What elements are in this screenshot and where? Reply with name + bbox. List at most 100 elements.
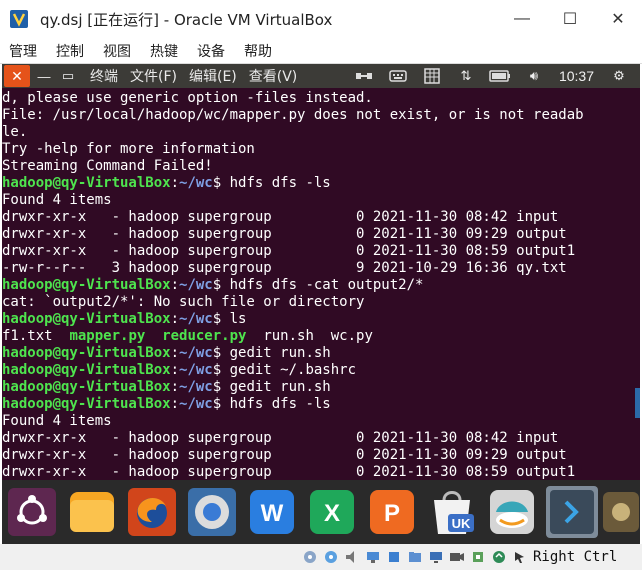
terminal-command-line: hadoop@qy-VirtualBox:~/wc$ gedit run.sh bbox=[2, 345, 331, 361]
terminal-output-line: Found 4 items bbox=[2, 413, 112, 429]
file-entry: run.sh bbox=[263, 328, 314, 344]
dock-ubuntu-dash[interactable] bbox=[2, 482, 62, 542]
menu-devices[interactable]: 设备 bbox=[197, 41, 225, 61]
window-title: qy.dsj [正在运行] - Oracle VM VirtualBox bbox=[40, 10, 333, 29]
prompt-user: hadoop@qy-VirtualBox bbox=[2, 311, 171, 327]
power-gear-icon[interactable]: ⚙ bbox=[602, 64, 636, 88]
firefox-icon bbox=[128, 488, 176, 536]
terminal-output-line: drwxr-xr-x - hadoop supergroup 0 2021-11… bbox=[2, 464, 576, 480]
menu-file[interactable]: 文件(F) bbox=[130, 66, 177, 86]
close-button[interactable]: ✕ bbox=[594, 0, 642, 38]
dock-wps-spreadsheets[interactable]: X bbox=[302, 482, 362, 542]
terminal-output-line: Try -help for more information bbox=[2, 141, 255, 157]
menu-view[interactable]: 视图 bbox=[103, 41, 131, 61]
minimize-button[interactable]: — bbox=[498, 0, 546, 38]
cpu-icon[interactable] bbox=[468, 548, 487, 567]
terminal-close-icon[interactable]: ✕ bbox=[4, 65, 30, 87]
dock-amazon[interactable] bbox=[482, 482, 542, 542]
command-text: gedit run.sh bbox=[229, 345, 331, 361]
file-entry: mapper.py bbox=[69, 328, 146, 344]
terminal-icon bbox=[546, 486, 598, 538]
terminal-restore-icon[interactable]: ▭ bbox=[58, 66, 78, 86]
terminal-scroll-thumb[interactable] bbox=[635, 388, 640, 418]
usb-icon[interactable] bbox=[384, 548, 403, 567]
terminal-output-line: drwxr-xr-x - hadoop supergroup 0 2021-11… bbox=[2, 209, 559, 225]
file-entry: f1.txt bbox=[2, 328, 53, 344]
terminal-scrollbar[interactable] bbox=[632, 88, 640, 480]
terminal-output[interactable]: d, please use generic option -files inst… bbox=[2, 88, 632, 480]
command-text: ls bbox=[229, 311, 247, 327]
vbox-statusbar: Right Ctrl bbox=[0, 544, 642, 570]
host-key-label[interactable]: Right Ctrl bbox=[533, 549, 617, 565]
terminal-command-line: hadoop@qy-VirtualBox:~/wc$ hdfs dfs -ls bbox=[2, 396, 331, 412]
terminal-output-line: d, please use generic option -files inst… bbox=[2, 90, 373, 106]
network-adapter-icon[interactable] bbox=[363, 548, 382, 567]
dock-terminal[interactable] bbox=[542, 482, 602, 542]
app-partial-icon bbox=[603, 492, 639, 532]
prompt-path: ~/wc bbox=[179, 396, 213, 412]
virtualbox-icon bbox=[10, 10, 28, 28]
amazon-icon bbox=[490, 490, 534, 534]
video-capture-icon[interactable] bbox=[447, 548, 466, 567]
terminal-output-line: cat: `output2/*': No such file or direct… bbox=[2, 294, 365, 310]
prompt-path: ~/wc bbox=[179, 345, 213, 361]
terminal-output-line: drwxr-xr-x - hadoop supergroup 0 2021-11… bbox=[2, 243, 576, 259]
dock-browser[interactable] bbox=[182, 482, 242, 542]
dock-wps-writer[interactable]: W bbox=[242, 482, 302, 542]
terminal-command-line: hadoop@qy-VirtualBox:~/wc$ gedit ~/.bash… bbox=[2, 362, 357, 378]
prompt-path: ~/wc bbox=[179, 311, 213, 327]
terminal-command-line: hadoop@qy-VirtualBox:~/wc$ gedit run.sh bbox=[2, 379, 331, 395]
ubuntu-icon bbox=[8, 488, 56, 536]
dock-ubuntu-software[interactable]: UK bbox=[422, 482, 482, 542]
network-icon[interactable] bbox=[347, 64, 381, 88]
terminal-output-line: -rw-r--r-- 3 hadoop supergroup 9 2021-10… bbox=[2, 260, 567, 276]
terminal-output-line: drwxr-xr-x - hadoop supergroup 0 2021-11… bbox=[2, 447, 567, 463]
prompt-path: ~/wc bbox=[179, 175, 213, 191]
terminal-output-line: Streaming Command Failed! bbox=[2, 158, 213, 174]
input-method-icon[interactable] bbox=[415, 64, 449, 88]
clock[interactable]: 10:37 bbox=[559, 68, 594, 84]
terminal-output-line: le. bbox=[2, 124, 28, 140]
menu-help[interactable]: 帮助 bbox=[244, 41, 272, 61]
dock-files[interactable] bbox=[62, 482, 122, 542]
menu-edit[interactable]: 编辑(E) bbox=[189, 66, 237, 86]
terminal-command-line: hadoop@qy-VirtualBox:~/wc$ ls bbox=[2, 311, 247, 327]
hard-disk-icon[interactable] bbox=[300, 548, 319, 567]
menu-view-terminal[interactable]: 查看(V) bbox=[249, 66, 298, 86]
mouse-integration-icon[interactable] bbox=[489, 548, 508, 567]
dock-firefox[interactable] bbox=[122, 482, 182, 542]
battery-icon[interactable] bbox=[483, 64, 517, 88]
optical-drive-icon[interactable] bbox=[321, 548, 340, 567]
dock-overflow-app[interactable] bbox=[602, 482, 640, 542]
display-icon[interactable] bbox=[426, 548, 445, 567]
keyboard-icon[interactable] bbox=[381, 64, 415, 88]
ubuntu-dock: W X P UK bbox=[2, 480, 640, 544]
wps-presentation-icon: P bbox=[370, 490, 414, 534]
menu-control[interactable]: 控制 bbox=[56, 41, 84, 61]
dock-wps-presentation[interactable]: P bbox=[362, 482, 422, 542]
terminal-command-line: hadoop@qy-VirtualBox:~/wc$ hdfs dfs -ls bbox=[2, 175, 331, 191]
ubuntu-top-panel: ✕ — ▭ 终端 文件(F) 编辑(E) 查看(V) ⇅ 🔊︎ 10:37 ⚙ bbox=[2, 64, 640, 88]
shared-folders-icon[interactable] bbox=[405, 548, 424, 567]
volume-icon[interactable]: 🔊︎ bbox=[517, 64, 551, 88]
menu-hotkey[interactable]: 热键 bbox=[150, 41, 178, 61]
prompt-path: ~/wc bbox=[179, 379, 213, 395]
prompt-user: hadoop@qy-VirtualBox bbox=[2, 379, 171, 395]
audio-icon[interactable] bbox=[342, 548, 361, 567]
menu-manage[interactable]: 管理 bbox=[9, 41, 37, 61]
maximize-button[interactable]: ☐ bbox=[546, 0, 594, 38]
software-center-icon: UK bbox=[434, 491, 474, 534]
file-entry: wc.py bbox=[330, 328, 373, 344]
window-titlebar: qy.dsj [正在运行] - Oracle VM VirtualBox — ☐… bbox=[0, 0, 642, 38]
svg-text:UK: UK bbox=[452, 516, 471, 531]
terminal-output-line: Found 4 items bbox=[2, 192, 112, 208]
vbox-menubar: 管理 控制 视图 热键 设备 帮助 bbox=[0, 38, 642, 64]
transfer-arrows-icon[interactable]: ⇅ bbox=[449, 64, 483, 88]
terminal-minimize-icon[interactable]: — bbox=[34, 66, 54, 86]
menu-terminal[interactable]: 终端 bbox=[90, 66, 118, 86]
wps-writer-icon: W bbox=[250, 490, 294, 534]
keyboard-capture-icon[interactable] bbox=[510, 548, 529, 567]
terminal-output-line: File: /usr/local/hadoop/wc/mapper.py doe… bbox=[2, 107, 584, 123]
browser-icon bbox=[188, 488, 236, 536]
svg-text:P: P bbox=[384, 500, 400, 527]
